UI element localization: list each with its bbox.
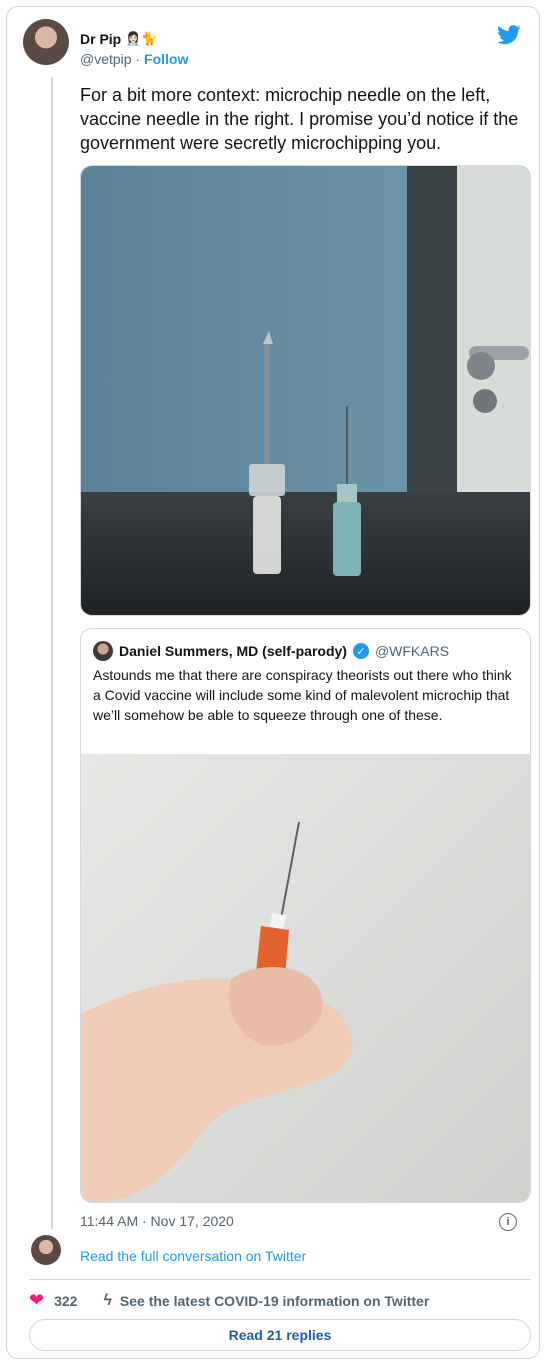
- quoted-author-name: Daniel Summers, MD (self-parody): [119, 643, 347, 659]
- reply-author-avatar[interactable]: [31, 1235, 61, 1265]
- lightning-icon: ϟ: [103, 1291, 112, 1309]
- heart-icon[interactable]: ❤: [29, 1290, 44, 1311]
- tweet-timestamp[interactable]: 11:44 AM · Nov 17, 2020: [80, 1213, 234, 1229]
- author-avatar[interactable]: [23, 19, 69, 65]
- tweet-text: For a bit more context: microchip needle…: [80, 85, 519, 153]
- follow-link[interactable]: Follow: [144, 51, 188, 67]
- author-handle-row: @vetpip · Follow: [80, 51, 188, 67]
- quoted-author-row: Daniel Summers, MD (self-parody) ✓ @WFKA…: [93, 641, 449, 661]
- thread-line: [51, 77, 53, 1229]
- read-replies-button[interactable]: Read 21 replies: [29, 1319, 531, 1351]
- twitter-bird-icon[interactable]: [497, 25, 521, 45]
- author-name-row[interactable]: Dr Pip 👩🏻‍⚕️🐈: [80, 31, 158, 47]
- verified-badge-icon: ✓: [352, 643, 369, 659]
- quoted-tweet[interactable]: Daniel Summers, MD (self-parody) ✓ @WFKA…: [80, 628, 531, 1203]
- like-count[interactable]: 322: [54, 1293, 77, 1309]
- quoted-tweet-text: Astounds me that there are conspiracy th…: [93, 667, 512, 723]
- author-handle[interactable]: @vetpip: [80, 51, 132, 67]
- action-bar: ❤ 322 ϟ See the latest COVID-19 informat…: [29, 1290, 429, 1311]
- author-name[interactable]: Dr Pip: [80, 31, 121, 47]
- needles-photo: [81, 166, 530, 615]
- quoted-tweet-photo: [81, 754, 530, 1202]
- tweet-photo[interactable]: [80, 165, 531, 616]
- info-icon[interactable]: i: [499, 1213, 517, 1231]
- covid-info-link[interactable]: See the latest COVID-19 information on T…: [120, 1293, 429, 1309]
- separator: ·: [131, 51, 145, 67]
- embedded-tweet-card: Dr Pip 👩🏻‍⚕️🐈 @vetpip · Follow For a bit…: [6, 6, 540, 1359]
- author-emoji: 👩🏻‍⚕️🐈: [125, 31, 158, 46]
- divider: [29, 1279, 531, 1280]
- quoted-author-handle: @WFKARS: [374, 643, 450, 659]
- quoted-author-avatar: [93, 641, 113, 661]
- read-conversation-link[interactable]: Read the full conversation on Twitter: [80, 1248, 306, 1264]
- hand-needle-photo: [81, 754, 530, 1202]
